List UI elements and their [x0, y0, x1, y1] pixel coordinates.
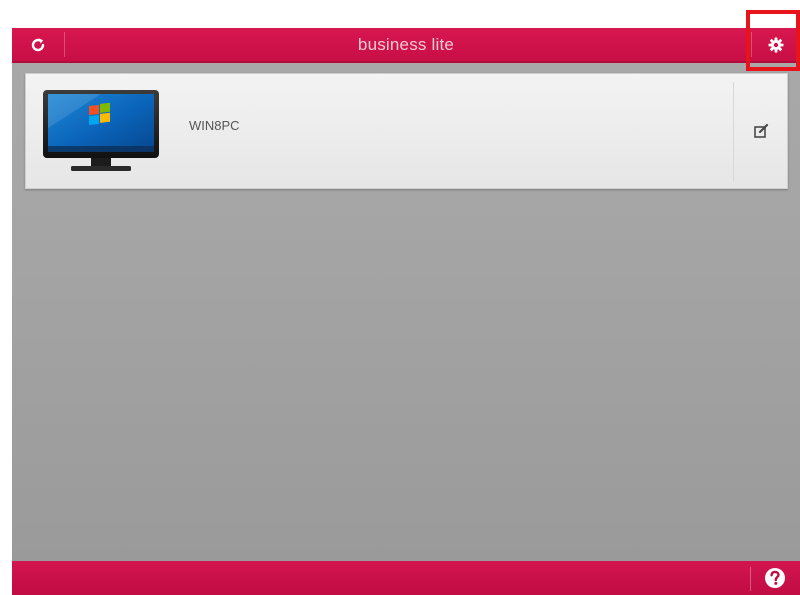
separator [64, 32, 65, 57]
refresh-button[interactable] [12, 28, 64, 61]
refresh-icon [31, 38, 45, 51]
settings-button[interactable] [752, 28, 800, 61]
help-icon[interactable] [764, 567, 786, 589]
device-name: WIN8PC [189, 118, 240, 133]
edit-icon [754, 123, 769, 138]
monitor-icon [43, 90, 159, 171]
app-title: business lite [357, 35, 455, 54]
bottom-bar [12, 561, 800, 595]
device-card[interactable]: WIN8PC [25, 73, 788, 189]
gear-icon [768, 37, 784, 52]
top-bar: business lite [12, 28, 800, 63]
app-window: business lite WIN8PC [12, 28, 800, 595]
separator [750, 567, 751, 591]
edit-device-button[interactable] [734, 74, 788, 188]
